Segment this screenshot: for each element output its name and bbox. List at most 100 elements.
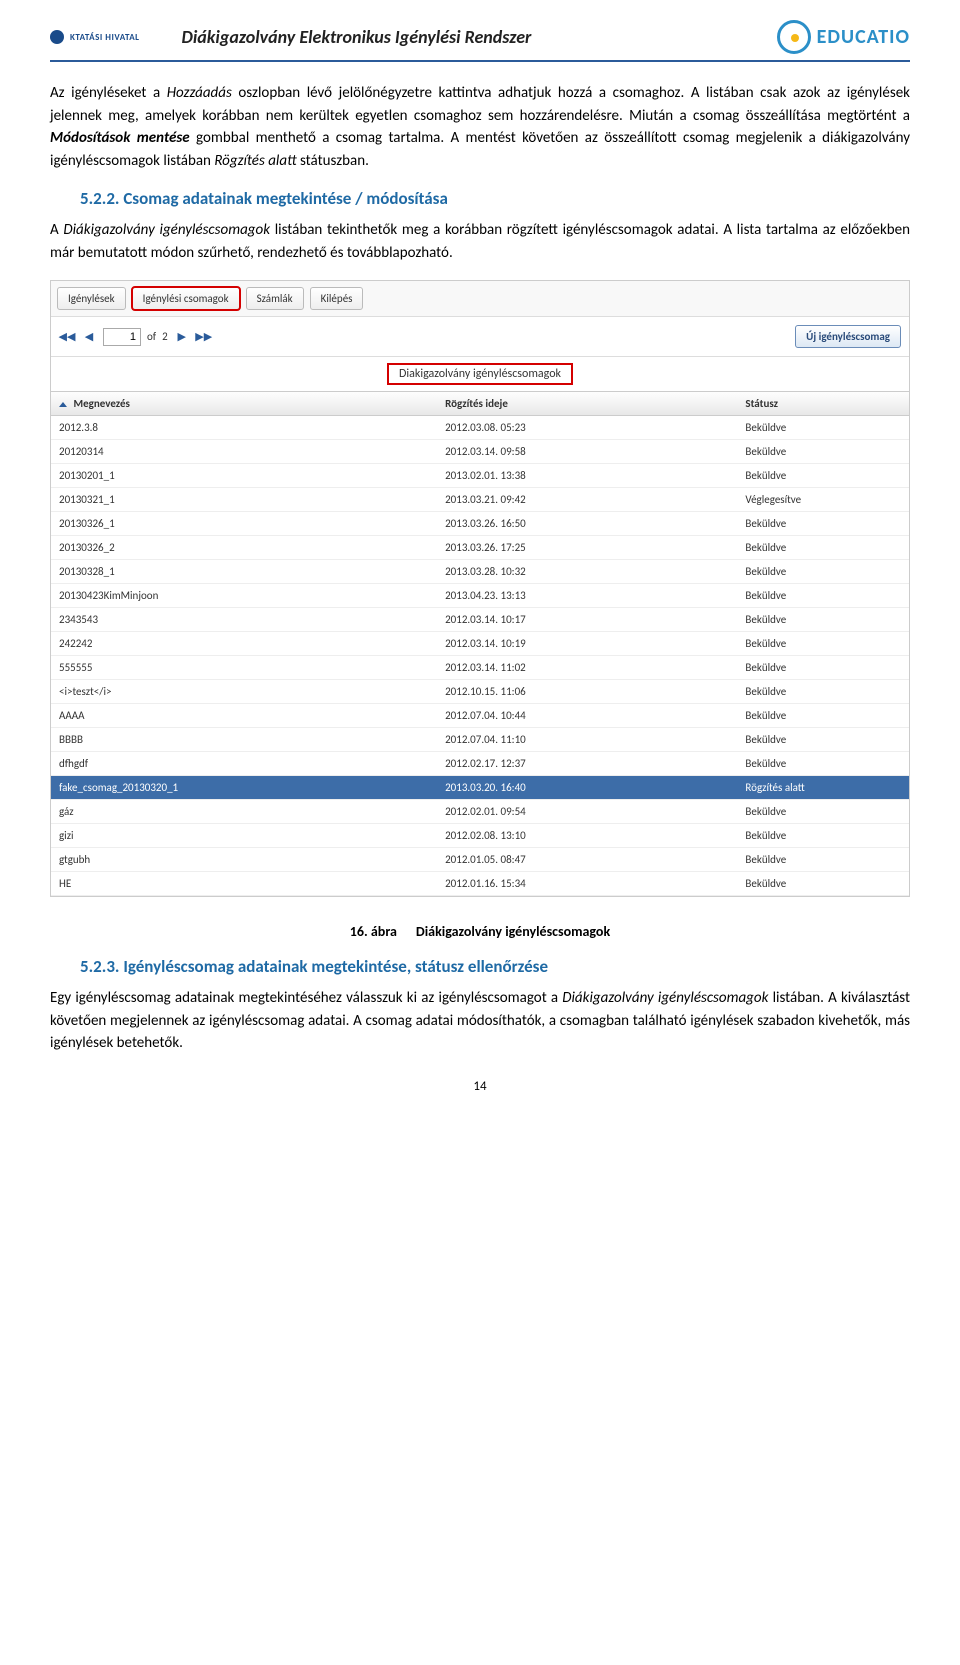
cell: Beküldve	[737, 416, 909, 439]
tab-igénylési-csomagok[interactable]: Igénylési csomagok	[132, 287, 240, 310]
sort-asc-icon	[59, 402, 67, 407]
table-row[interactable]: <i>teszt</i>2012.10.15. 11:06Beküldve	[51, 680, 909, 704]
cell: 20130201_1	[51, 464, 437, 487]
section-heading-522: 5.2.2. Csomag adatainak megtekintése / m…	[80, 188, 910, 209]
cell: 2012.01.05. 08:47	[437, 848, 737, 871]
cell: 2012.01.16. 15:34	[437, 872, 737, 895]
page-number: 14	[50, 1079, 910, 1094]
table-row[interactable]: 20130423KimMinjoon2013.04.23. 13:13Bekül…	[51, 584, 909, 608]
table-row[interactable]: 201203142012.03.14. 09:58Beküldve	[51, 440, 909, 464]
page-header: KTATÁSI HIVATAL Diákigazolvány Elektroni…	[50, 20, 910, 62]
cell: Beküldve	[737, 512, 909, 535]
text-bolditalic: Módosítások mentése	[50, 129, 190, 147]
table-row[interactable]: 20130326_12013.03.26. 16:50Beküldve	[51, 512, 909, 536]
table-row[interactable]: HE2012.01.16. 15:34Beküldve	[51, 872, 909, 896]
table-row[interactable]: AAAA2012.07.04. 10:44Beküldve	[51, 704, 909, 728]
cell: 20130321_1	[51, 488, 437, 511]
table-row[interactable]: 5555552012.03.14. 11:02Beküldve	[51, 656, 909, 680]
pager-next-icon[interactable]: ▶	[174, 329, 190, 345]
cell: 20120314	[51, 440, 437, 463]
cell: 2013.03.20. 16:40	[437, 776, 737, 799]
table-row[interactable]: 23435432012.03.14. 10:17Beküldve	[51, 608, 909, 632]
paragraph-1: Az igényléseket a Hozzáadás oszlopban lé…	[50, 82, 910, 172]
cell: Beküldve	[737, 584, 909, 607]
table-row[interactable]: 20130201_12013.02.01. 13:38Beküldve	[51, 464, 909, 488]
cell: gizi	[51, 824, 437, 847]
dot-icon	[50, 30, 64, 44]
cell: HE	[51, 872, 437, 895]
cell: Beküldve	[737, 728, 909, 751]
table-row[interactable]: 2012.3.82012.03.08. 05:23Beküldve	[51, 416, 909, 440]
cell: 2012.03.14. 11:02	[437, 656, 737, 679]
table-row[interactable]: gtgubh2012.01.05. 08:47Beküldve	[51, 848, 909, 872]
table-row[interactable]: dfhgdf2012.02.17. 12:37Beküldve	[51, 752, 909, 776]
pager-first-icon[interactable]: ◀◀	[59, 329, 75, 345]
text: A	[50, 221, 63, 239]
section-heading-523: 5.2.3. Igényléscsomag adatainak megtekin…	[80, 956, 910, 977]
table-row[interactable]: fake_csomag_20130320_12013.03.20. 16:40R…	[51, 776, 909, 800]
column-header-date[interactable]: Rögzítés ideje	[437, 392, 737, 415]
cell: 2012.07.04. 11:10	[437, 728, 737, 751]
text-italic: Hozzáadás	[167, 84, 232, 102]
pager-page-input[interactable]	[103, 328, 141, 346]
cell: 2013.03.26. 16:50	[437, 512, 737, 535]
cell: Beküldve	[737, 848, 909, 871]
text: státuszban.	[297, 152, 369, 170]
cell: Véglegesítve	[737, 488, 909, 511]
cell: AAAA	[51, 704, 437, 727]
pager-prev-icon[interactable]: ◀	[81, 329, 97, 345]
cell: 2012.10.15. 11:06	[437, 680, 737, 703]
cell: Beküldve	[737, 704, 909, 727]
oktatasi-hivatal-logo: KTATÁSI HIVATAL	[50, 30, 140, 44]
new-package-button[interactable]: Új igényléscsomag	[795, 325, 901, 348]
cell: 20130326_2	[51, 536, 437, 559]
table-row[interactable]: 2422422012.03.14. 10:19Beküldve	[51, 632, 909, 656]
cell: 2013.03.21. 09:42	[437, 488, 737, 511]
cell: Beküldve	[737, 752, 909, 775]
cell: Beküldve	[737, 680, 909, 703]
cell: 2012.03.14. 10:19	[437, 632, 737, 655]
table-row[interactable]: 20130321_12013.03.21. 09:42Véglegesítve	[51, 488, 909, 512]
table-row[interactable]: 20130326_22013.03.26. 17:25Beküldve	[51, 536, 909, 560]
caption-text: Diákigazolvány igényléscsomagok	[416, 923, 610, 940]
educatio-mark-icon	[777, 20, 811, 54]
cell: 2012.02.01. 09:54	[437, 800, 737, 823]
tab-igénylések[interactable]: Igénylések	[57, 287, 126, 310]
educatio-label: EDUCATIO	[817, 25, 910, 49]
cell: Beküldve	[737, 824, 909, 847]
pager-last-icon[interactable]: ▶▶	[196, 329, 212, 345]
column-header-name[interactable]: Megnevezés	[51, 392, 437, 415]
cell: BBBB	[51, 728, 437, 751]
table-row[interactable]: gáz2012.02.01. 09:54Beküldve	[51, 800, 909, 824]
cell: Beküldve	[737, 536, 909, 559]
cell: gáz	[51, 800, 437, 823]
table-header: Megnevezés Rögzítés ideje Státusz	[51, 391, 909, 416]
hivatal-label: KTATÁSI HIVATAL	[70, 32, 140, 43]
cell: 2012.03.14. 09:58	[437, 440, 737, 463]
paragraph-3: Egy igényléscsomag adatainak megtekintés…	[50, 987, 910, 1055]
cell: 2012.3.8	[51, 416, 437, 439]
cell: 2012.07.04. 10:44	[437, 704, 737, 727]
cell: 2012.03.14. 10:17	[437, 608, 737, 631]
column-header-status[interactable]: Státusz	[737, 392, 909, 415]
text: Az igényléseket a	[50, 84, 167, 102]
table-row[interactable]: gizi2012.02.08. 13:10Beküldve	[51, 824, 909, 848]
table-row[interactable]: BBBB2012.07.04. 11:10Beküldve	[51, 728, 909, 752]
text-italic: Diákigazolvány igényléscsomagok	[562, 989, 768, 1007]
table-title: Diakigazolvány igényléscsomagok	[387, 363, 573, 385]
cell: 555555	[51, 656, 437, 679]
tab-kilépés[interactable]: Kilépés	[310, 287, 364, 310]
tab-számlák[interactable]: Számlák	[246, 287, 304, 310]
cell: 20130423KimMinjoon	[51, 584, 437, 607]
pager-total: 2	[162, 330, 168, 343]
cell: Beküldve	[737, 560, 909, 583]
text: Egy igényléscsomag adatainak megtekintés…	[50, 989, 562, 1007]
cell: Beküldve	[737, 608, 909, 631]
educatio-logo: EDUCATIO	[777, 20, 910, 54]
table-row[interactable]: 20130328_12013.03.28. 10:32Beküldve	[51, 560, 909, 584]
text-italic: Diákigazolvány igényléscsomagok	[63, 221, 270, 239]
cell: 2343543	[51, 608, 437, 631]
cell: 20130328_1	[51, 560, 437, 583]
cell: gtgubh	[51, 848, 437, 871]
cell: 2013.03.26. 17:25	[437, 536, 737, 559]
